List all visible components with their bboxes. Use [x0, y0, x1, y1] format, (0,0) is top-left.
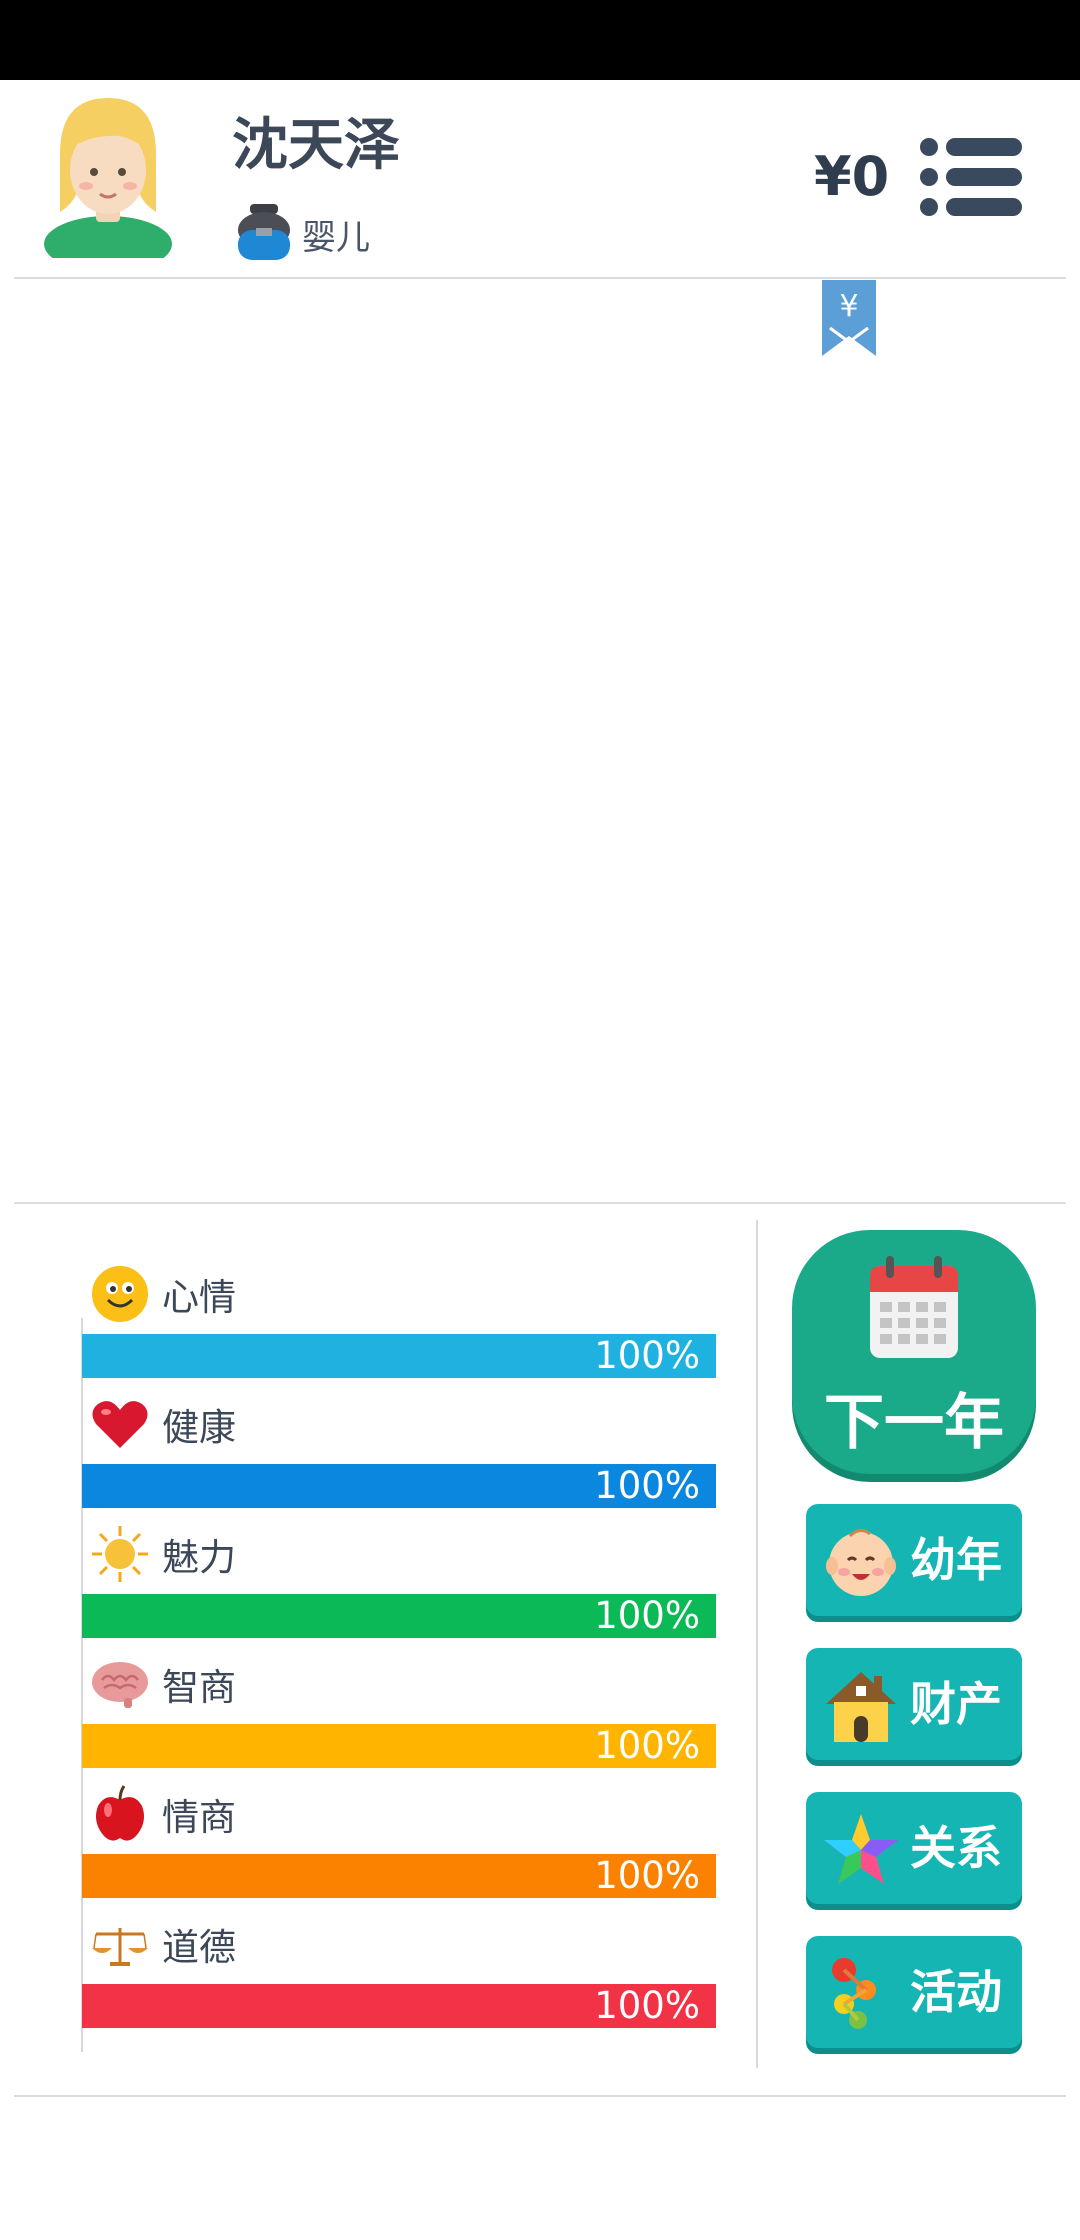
status-bar — [0, 0, 1080, 80]
panel-vertical-divider — [756, 1220, 758, 2068]
stat-bar: 100% — [82, 1594, 716, 1638]
property-button[interactable]: 财产 — [806, 1648, 1022, 1760]
childhood-button[interactable]: 幼年 — [806, 1504, 1022, 1616]
heart-icon — [92, 1401, 148, 1448]
svg-text:¥: ¥ — [839, 289, 858, 324]
relations-label: 关系 — [910, 1821, 1002, 1875]
character-name: 沈天泽 — [232, 113, 400, 178]
yen-bookmark-icon[interactable]: ¥ — [820, 280, 878, 358]
stat-percent: 100% — [594, 1984, 700, 2027]
stat-label: 健康 — [162, 1406, 236, 1449]
apple-icon — [96, 1785, 144, 1841]
avatar[interactable] — [40, 94, 176, 258]
baby-bottle-icon — [238, 204, 290, 260]
relations-button[interactable]: 关系 — [806, 1792, 1022, 1904]
stat-label: 魅力 — [162, 1536, 236, 1579]
event-log — [14, 284, 1066, 1199]
childhood-label: 幼年 — [910, 1533, 1002, 1587]
stat-label: 情商 — [162, 1796, 236, 1839]
scales-icon — [92, 1928, 148, 1966]
profile-header: 沈天泽 婴儿 ¥0 — [0, 80, 1080, 280]
stat-bar: 100% — [82, 1854, 716, 1898]
baby-face-icon — [826, 1529, 896, 1596]
stat-percent: 100% — [594, 1854, 700, 1897]
stats-divider — [14, 1202, 1066, 1204]
stat-health: 健康 100% — [80, 1394, 716, 1524]
stat-iq: 智商 100% — [80, 1654, 716, 1784]
stat-label: 智商 — [162, 1666, 236, 1709]
stat-bar: 100% — [82, 1984, 716, 2028]
stat-bar: 100% — [82, 1724, 716, 1768]
house-icon — [826, 1672, 896, 1742]
next-year-button[interactable]: 下一年 — [792, 1230, 1036, 1474]
stat-bar: 100% — [82, 1464, 716, 1508]
stat-morality: 道德 100% — [80, 1914, 716, 2044]
header-divider — [14, 277, 1066, 279]
stage-label: 婴儿 — [302, 217, 370, 258]
calendar-icon — [870, 1256, 958, 1358]
bottom-divider — [14, 2095, 1066, 2097]
activities-dots-icon — [832, 1958, 876, 2029]
next-year-label: 下一年 — [824, 1388, 1004, 1458]
stat-bar: 100% — [82, 1334, 716, 1378]
attribute-panel: 心情 100% 健康 100% 魅力 100% 智商 100% 情商 100% … — [80, 1264, 716, 2044]
star-icon — [824, 1814, 898, 1884]
stat-charm: 魅力 100% — [80, 1524, 716, 1654]
money-balance: ¥0 — [814, 145, 890, 208]
stat-percent: 100% — [594, 1334, 700, 1377]
stat-label: 道德 — [162, 1926, 236, 1969]
stat-mood: 心情 100% — [80, 1264, 716, 1394]
life-stage: 婴儿 — [236, 204, 370, 264]
stat-percent: 100% — [594, 1724, 700, 1767]
property-label: 财产 — [910, 1677, 1002, 1731]
menu-list-icon[interactable] — [918, 136, 1024, 218]
activities-button[interactable]: 活动 — [806, 1936, 1022, 2048]
stat-percent: 100% — [594, 1594, 700, 1637]
smiley-icon — [92, 1266, 148, 1322]
stat-eq: 情商 100% — [80, 1784, 716, 1914]
activities-label: 活动 — [910, 1965, 1002, 2019]
sun-icon — [92, 1526, 148, 1582]
stat-label: 心情 — [162, 1276, 236, 1319]
stat-percent: 100% — [594, 1464, 700, 1507]
brain-icon — [92, 1662, 148, 1708]
